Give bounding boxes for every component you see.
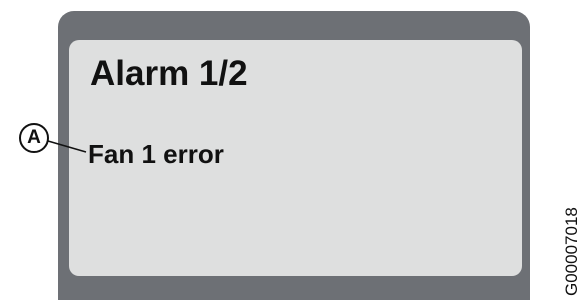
figure-code: G00007018 [562, 207, 578, 296]
alarm-message: Fan 1 error [88, 139, 224, 169]
callout-label: A [27, 127, 41, 148]
illustration: Alarm 1/2 Fan 1 error A G00007018 [0, 0, 578, 300]
alarm-title: Alarm 1/2 [90, 54, 248, 93]
